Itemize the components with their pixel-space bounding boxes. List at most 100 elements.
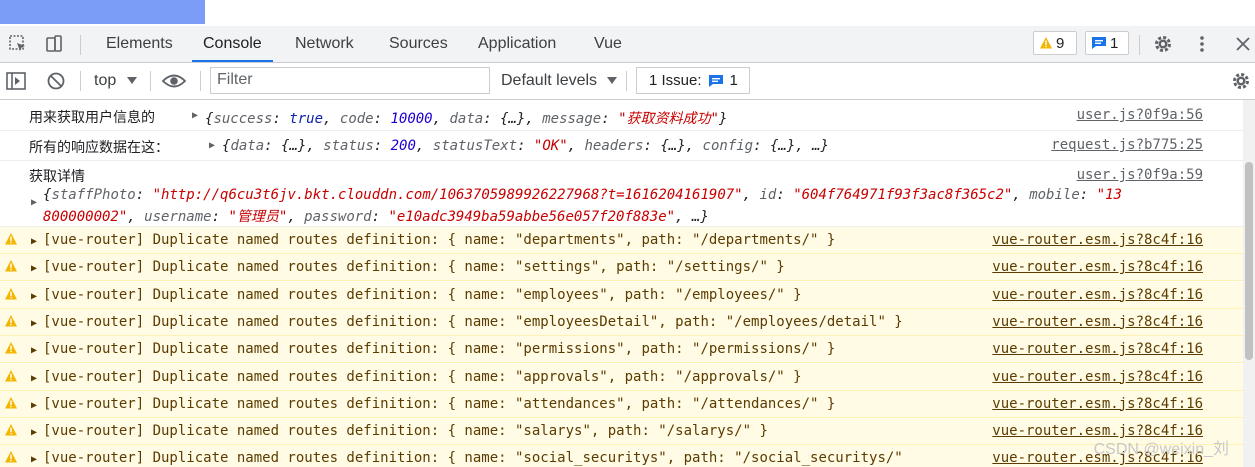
source-link[interactable]: user.js?0f9a:59 [1077, 167, 1203, 183]
warning-icon [5, 369, 17, 381]
console-log-row: 所有的响应数据在这： ▶ {data: {…}, status: 200, st… [0, 131, 1243, 161]
warning-icon [5, 233, 17, 245]
warning-row: ▶ [vue-router] Duplicate named routes def… [0, 254, 1243, 282]
log-levels-dropdown[interactable]: Default levels [501, 63, 597, 99]
expand-triangle-icon[interactable]: ▶ [209, 140, 215, 151]
messages-badge[interactable]: 1 [1085, 31, 1129, 55]
tab-elements[interactable]: Elements [95, 26, 184, 62]
source-link[interactable]: vue-router.esm.js?8c4f:16 [992, 341, 1203, 357]
expand-triangle-icon[interactable]: ▶ [31, 454, 37, 465]
warning-text: [vue-router] Duplicate named routes defi… [43, 395, 836, 412]
page-header-fragment [0, 0, 205, 24]
console-scrollbar[interactable] [1243, 100, 1255, 467]
log-object-line-2[interactable]: 800000002", username: "管理员", password: "… [43, 206, 709, 226]
tab-application[interactable]: Application [467, 26, 567, 62]
tab-console[interactable]: Console [192, 26, 273, 62]
watermark: CSDN @weixin_刘 [1093, 441, 1229, 458]
settings-gear-icon[interactable] [1151, 33, 1175, 55]
close-icon[interactable] [1231, 33, 1255, 55]
message-icon [708, 74, 723, 87]
source-link[interactable]: vue-router.esm.js?8c4f:16 [992, 232, 1203, 248]
warning-icon [5, 260, 17, 272]
console-settings-gear-icon[interactable] [1229, 70, 1253, 92]
warning-row: ▶ [vue-router] Duplicate named routes def… [0, 227, 1243, 254]
warning-row: ▶ [vue-router] Duplicate named routes def… [0, 308, 1243, 336]
chevron-down-icon[interactable] [120, 70, 144, 92]
warning-text: [vue-router] Duplicate named routes defi… [43, 313, 903, 330]
warnings-count: 9 [1056, 34, 1065, 52]
expand-triangle-icon[interactable]: ▶ [192, 110, 198, 121]
expand-triangle-icon[interactable]: ▶ [31, 345, 37, 356]
filter-input[interactable]: Filter [210, 67, 490, 94]
expand-triangle-icon[interactable]: ▶ [31, 291, 37, 302]
filter-placeholder: Filter [217, 71, 253, 88]
separator [200, 71, 201, 91]
separator [150, 71, 151, 91]
more-options-icon[interactable] [1190, 33, 1214, 55]
tab-sources[interactable]: Sources [378, 26, 459, 62]
expand-triangle-icon[interactable]: ▶ [31, 318, 37, 329]
issues-button[interactable]: 1 Issue: 1 [636, 67, 750, 94]
messages-count: 1 [1110, 34, 1119, 52]
expand-triangle-icon[interactable]: ▶ [31, 373, 37, 384]
log-object[interactable]: {data: {…}, status: 200, statusText: "OK… [222, 138, 829, 154]
expand-triangle-icon[interactable]: ▶ [31, 263, 37, 274]
console-output: 用来获取用户信息的 ▶ {success: true, code: 10000,… [0, 100, 1243, 467]
warning-icon [1040, 37, 1052, 49]
warning-row: ▶ [vue-router] Duplicate named routes def… [0, 281, 1243, 309]
separator [80, 71, 81, 91]
source-link[interactable]: user.js?0f9a:56 [1077, 107, 1203, 123]
devtools-tab-bar: Elements Console Network Sources Applica… [0, 26, 1255, 63]
console-toolbar: top Filter Default levels 1 Issue: 1 [0, 63, 1255, 100]
log-object[interactable]: {success: true, code: 10000, data: {…}, … [205, 108, 727, 128]
warning-text: [vue-router] Duplicate named routes defi… [43, 341, 836, 358]
warning-text: [vue-router] Duplicate named routes defi… [43, 450, 903, 467]
warning-row: ▶ [vue-router] Duplicate named routes def… [0, 418, 1243, 446]
log-label: 用来获取用户信息的 [29, 110, 155, 126]
tab-vue[interactable]: Vue [583, 26, 633, 62]
expand-triangle-icon[interactable]: ▶ [31, 427, 37, 438]
log-object-line-1[interactable]: {staffPhoto: "http://q6cu3t6jv.bkt.cloud… [43, 187, 1122, 203]
console-log-row: 获取详情 user.js?0f9a:59 ▶ {staffPhoto: "htt… [0, 161, 1243, 227]
warning-icon [5, 424, 17, 436]
chevron-down-icon[interactable] [600, 70, 624, 92]
log-label: 所有的响应数据在这： [29, 140, 169, 156]
warning-text: [vue-router] Duplicate named routes defi… [43, 232, 836, 248]
tab-network[interactable]: Network [284, 26, 365, 62]
issues-label: 1 Issue: [649, 72, 702, 89]
separator [1139, 35, 1140, 55]
warning-row: ▶ [vue-router] Duplicate named routes def… [0, 390, 1243, 418]
expand-triangle-icon[interactable]: ▶ [31, 197, 37, 208]
console-log-row: 用来获取用户信息的 ▶ {success: true, code: 10000,… [0, 100, 1243, 131]
live-expression-eye-icon[interactable] [162, 70, 186, 92]
context-selector[interactable]: top [94, 63, 116, 99]
log-label: 获取详情 [29, 169, 85, 185]
warnings-badge[interactable]: 9 [1033, 31, 1077, 55]
warning-row: ▶ [vue-router] Duplicate named routes def… [0, 445, 1243, 467]
browser-top-strip [0, 0, 1255, 26]
issues-count: 1 [729, 72, 738, 89]
source-link[interactable]: request.js?b775:25 [1051, 137, 1203, 153]
device-toolbar-icon[interactable] [42, 33, 66, 55]
warning-icon [5, 314, 17, 327]
separator [626, 71, 627, 91]
warning-text: [vue-router] Duplicate named routes defi… [43, 286, 802, 303]
scrollbar-thumb[interactable] [1245, 162, 1253, 360]
warning-icon [5, 451, 17, 463]
expand-triangle-icon[interactable]: ▶ [31, 236, 37, 247]
warning-icon [5, 342, 17, 354]
inspect-element-icon[interactable] [6, 33, 30, 55]
source-link[interactable]: vue-router.esm.js?8c4f:16 [992, 287, 1203, 303]
warning-text: [vue-router] Duplicate named routes defi… [43, 423, 768, 440]
source-link[interactable]: vue-router.esm.js?8c4f:16 [992, 259, 1203, 275]
warning-text: [vue-router] Duplicate named routes defi… [43, 368, 802, 385]
source-link[interactable]: vue-router.esm.js?8c4f:16 [992, 396, 1203, 412]
warning-row: ▶ [vue-router] Duplicate named routes def… [0, 336, 1243, 364]
expand-triangle-icon[interactable]: ▶ [31, 400, 37, 411]
warning-icon [5, 396, 17, 409]
sidebar-toggle-icon[interactable] [4, 70, 28, 92]
clear-console-icon[interactable] [44, 70, 68, 92]
source-link[interactable]: vue-router.esm.js?8c4f:16 [992, 369, 1203, 385]
source-link[interactable]: vue-router.esm.js?8c4f:16 [992, 314, 1203, 330]
warning-text: [vue-router] Duplicate named routes defi… [43, 259, 785, 276]
